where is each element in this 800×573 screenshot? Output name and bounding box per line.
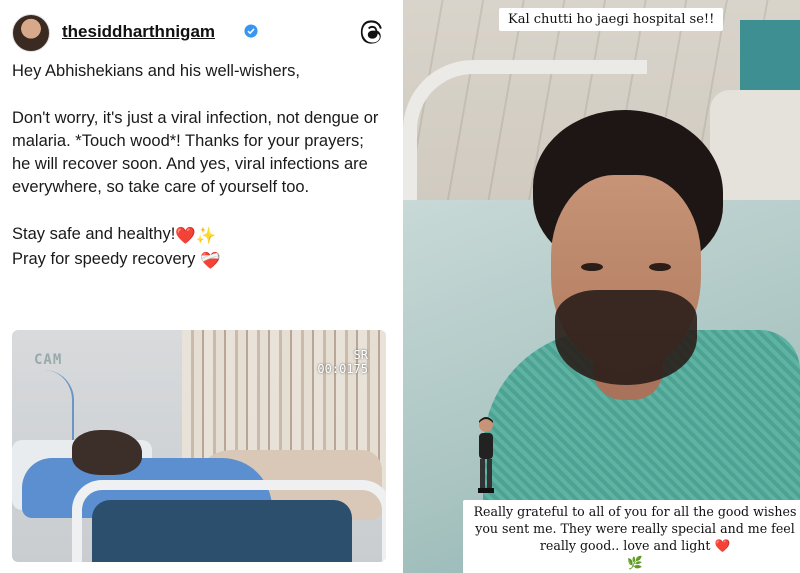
username-link[interactable]: thesiddharthnigam (62, 22, 215, 42)
post-message: Don't worry, it's just a viral infection… (12, 109, 379, 196)
cam-label: CAM (34, 352, 63, 368)
left-eye (581, 263, 603, 271)
hospital-photo[interactable]: CAM SR 00:0175 (12, 330, 386, 562)
camera-overlay: SR 00:0175 (317, 348, 368, 376)
story-caption[interactable]: Really grateful to all of you for all th… (463, 500, 800, 573)
post-header: thesiddharthnigam (12, 14, 388, 54)
heart-emoji: ❤️ (714, 538, 731, 553)
post-body: Hey Abhishekians and his well-wishers, D… (12, 60, 384, 273)
bed-rail-panel (92, 500, 352, 562)
sr-label: SR (353, 348, 368, 362)
bitmoji-figure-icon[interactable] (473, 415, 499, 495)
avatar[interactable] (12, 14, 50, 52)
counter-label: 00:0175 (317, 362, 368, 376)
pray-text: Pray for speedy recovery (12, 250, 196, 268)
threads-logo-icon[interactable] (360, 20, 384, 44)
leaf-emoji: 🌿 (627, 555, 643, 570)
threads-post-panel: thesiddharthnigam Hey Abhishekians and h… (0, 0, 400, 573)
heart-sparkle-emoji: ❤️✨ (175, 227, 217, 245)
verified-badge-icon (244, 24, 258, 38)
post-greeting: Hey Abhishekians and his well-wishers, (12, 62, 300, 80)
caption-text: Really grateful to all of you for all th… (473, 504, 797, 553)
patient-head (72, 430, 142, 475)
post-pray-line: Pray for speedy recovery ❤️‍🩹 (12, 248, 384, 273)
stay-safe-text: Stay safe and healthy! (12, 225, 176, 243)
right-eye (649, 263, 671, 271)
mending-heart-emoji: ❤️‍🩹 (200, 252, 221, 270)
beard (555, 290, 697, 385)
story-text-sticker-top[interactable]: Kal chutti ho jaegi hospital se!! (499, 8, 724, 31)
story-panel: Kal chutti ho jaegi hospital se!! Really… (403, 0, 800, 573)
post-stay-safe-line: Stay safe and healthy!❤️✨ (12, 223, 384, 248)
